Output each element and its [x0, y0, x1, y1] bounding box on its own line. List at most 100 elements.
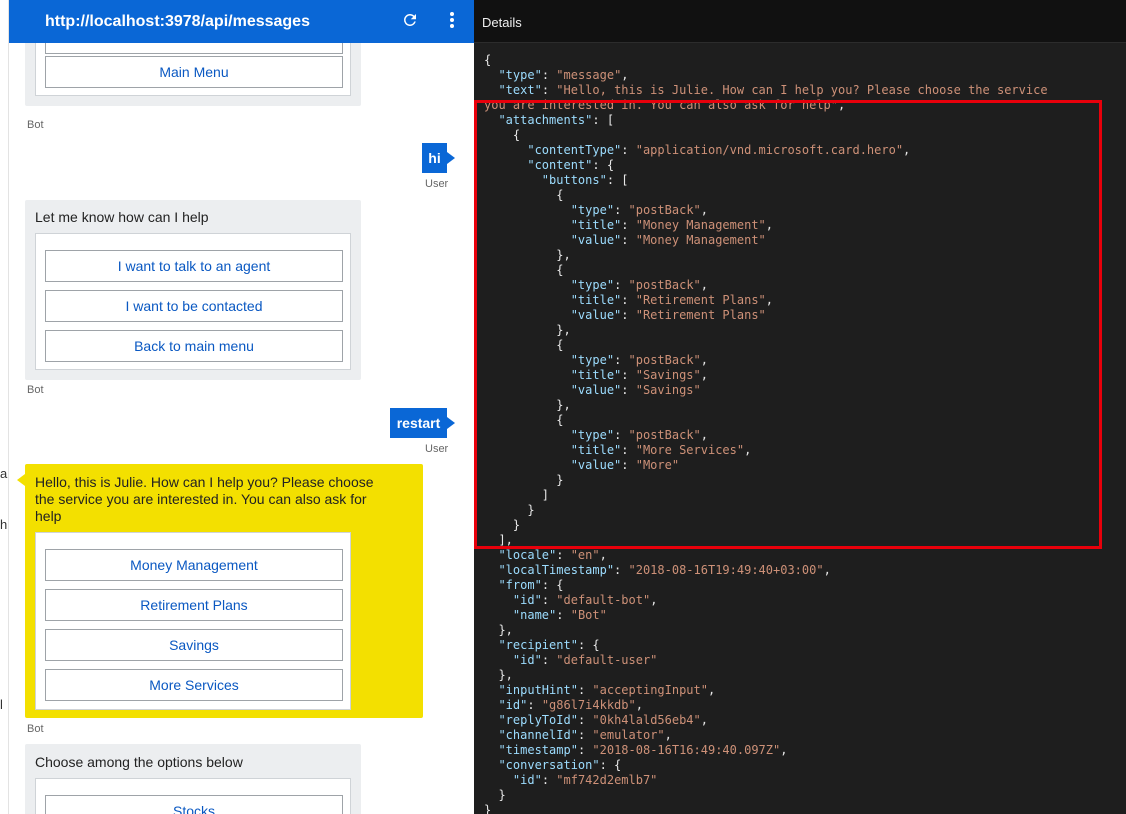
json-key: "title": [570, 293, 622, 307]
json-punct: [484, 203, 571, 217]
json-key: "name": [512, 608, 557, 622]
json-punct: :: [614, 278, 629, 292]
main-menu-button[interactable]: Main Menu: [45, 56, 343, 88]
details-title: Details: [482, 15, 522, 30]
json-punct: },: [484, 323, 571, 337]
json-line: "contentType": "application/vnd.microsof…: [484, 143, 1124, 158]
savings-button[interactable]: Savings: [45, 629, 343, 661]
json-inspector[interactable]: { "type": "message", "text": "Hello, thi…: [484, 53, 1124, 814]
json-line: "type": "postBack",: [484, 428, 1124, 443]
json-punct: {: [484, 263, 564, 277]
json-string: "2018-08-16T16:49:40.097Z": [592, 743, 781, 757]
card-buttons: Other Main Menu: [35, 43, 351, 96]
json-punct: [484, 113, 498, 127]
json-string: "Savings": [635, 383, 701, 397]
json-line: }: [484, 518, 1124, 533]
other-button[interactable]: Other: [45, 43, 343, 54]
refresh-icon[interactable]: [399, 9, 421, 33]
json-key: "value": [570, 233, 622, 247]
stocks-button[interactable]: Stocks: [45, 795, 343, 814]
json-punct: [484, 368, 571, 382]
chat-header: http://localhost:3978/api/messages: [9, 0, 474, 43]
sender-label: User: [425, 178, 449, 190]
json-line: "title": "More Services",: [484, 443, 1124, 458]
more-vertical-icon[interactable]: [441, 9, 463, 33]
json-line: "timestamp": "2018-08-16T16:49:40.097Z",: [484, 743, 1124, 758]
json-string: "application/vnd.microsoft.card.hero": [635, 143, 904, 157]
json-string: "postBack": [628, 203, 701, 217]
retirement-plans-button[interactable]: Retirement Plans: [45, 589, 343, 621]
json-line: "id": "default-bot",: [484, 593, 1124, 608]
json-punct: ,: [635, 698, 643, 712]
json-punct: [484, 638, 498, 652]
chat-pane: a h l http://localhost:3978/api/messages…: [0, 0, 474, 814]
json-punct: [484, 458, 571, 472]
bot-card-julie: Hello, this is Julie. How can I help you…: [17, 464, 423, 718]
json-punct: },: [484, 398, 571, 412]
json-string: "Hello, this is Julie. How can I help yo…: [556, 83, 1048, 97]
json-punct: [484, 443, 571, 457]
json-punct: }: [484, 518, 521, 532]
json-line: "from": {: [484, 578, 1124, 593]
talk-to-agent-button[interactable]: I want to talk to an agent: [45, 250, 343, 282]
card-text-line: help: [35, 508, 62, 524]
json-line: {: [484, 53, 1124, 68]
json-line: "inputHint": "acceptingInput",: [484, 683, 1124, 698]
json-punct: },: [484, 248, 571, 262]
json-punct: [484, 143, 527, 157]
json-line: "value": "Retirement Plans": [484, 308, 1124, 323]
json-line: "replyToId": "0kh4lald56eb4",: [484, 713, 1124, 728]
json-punct: :: [527, 698, 542, 712]
be-contacted-button[interactable]: I want to be contacted: [45, 290, 343, 322]
json-punct: :: [621, 368, 636, 382]
sender-label: Bot: [27, 119, 44, 131]
json-punct: [484, 563, 498, 577]
json-line: "content": {: [484, 158, 1124, 173]
json-punct: : {: [541, 578, 564, 592]
gutter-char: a: [0, 466, 8, 481]
json-punct: [484, 743, 498, 757]
json-string: "postBack": [628, 353, 701, 367]
json-punct: : {: [592, 158, 615, 172]
json-punct: :: [577, 743, 593, 757]
json-punct: ,: [700, 428, 708, 442]
json-punct: :: [614, 428, 629, 442]
endpoint-url: http://localhost:3978/api/messages: [45, 13, 310, 30]
json-key: "text": [498, 83, 542, 97]
json-punct: ,: [700, 368, 708, 382]
card-buttons: I want to talk to an agent I want to be …: [35, 233, 351, 370]
json-string: "Bot": [570, 608, 607, 622]
back-to-main-menu-button[interactable]: Back to main menu: [45, 330, 343, 362]
json-key: "attachments": [498, 113, 593, 127]
json-punct: ,: [765, 218, 774, 232]
json-line: },: [484, 323, 1124, 338]
json-key: "timestamp": [498, 743, 578, 757]
card-buttons: Money Management Retirement Plans Saving…: [35, 532, 351, 710]
json-punct: ,: [707, 683, 716, 697]
chat-transcript[interactable]: Other Main Menu Bot hi User Let me know …: [9, 43, 474, 814]
json-string: "default-user": [556, 653, 658, 667]
gutter-char: h: [0, 517, 8, 532]
json-string: "mf742d2emlb7": [556, 773, 658, 787]
json-key: "recipient": [498, 638, 578, 652]
json-punct: : [: [592, 113, 615, 127]
json-punct: }: [484, 503, 535, 517]
json-key: "locale": [498, 548, 557, 562]
json-punct: ,: [700, 203, 708, 217]
json-line: },: [484, 623, 1124, 638]
money-management-button[interactable]: Money Management: [45, 549, 343, 581]
json-line: "type": "postBack",: [484, 353, 1124, 368]
json-line: "type": "postBack",: [484, 203, 1124, 218]
json-line: "id": "mf742d2emlb7": [484, 773, 1124, 788]
card-text: Let me know how can I help: [35, 209, 209, 225]
gutter-char: l: [0, 697, 3, 712]
json-line: "locale": "en",: [484, 548, 1124, 563]
json-punct: :: [541, 83, 557, 97]
json-punct: [484, 758, 498, 772]
json-line: "value": "Savings": [484, 383, 1124, 398]
json-line: "title": "Savings",: [484, 368, 1124, 383]
json-string: "acceptingInput": [592, 683, 708, 697]
json-string: "More Services": [635, 443, 745, 457]
json-punct: :: [621, 458, 636, 472]
more-services-button[interactable]: More Services: [45, 669, 343, 701]
